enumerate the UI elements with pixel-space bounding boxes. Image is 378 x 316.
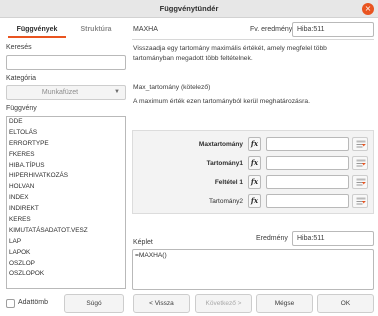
tab-bar: Függvények Struktúra <box>5 24 125 38</box>
shrink-icon <box>356 140 366 148</box>
search-label: Keresés <box>6 44 32 51</box>
argument-panel: Maxtartomány fx Tartomány1 fx Feltétel 1… <box>132 130 374 214</box>
category-value: Munkafüzet <box>41 89 79 96</box>
formula-result-field: Hiba:511 <box>292 231 374 246</box>
list-item[interactable]: ERRORTYPE <box>7 139 125 150</box>
formula-editor[interactable]: =MAXHA() <box>132 249 374 290</box>
list-item[interactable]: DDE <box>7 117 125 128</box>
list-item[interactable]: HIBA.TÍPUS <box>7 161 125 172</box>
back-button[interactable]: < Vissza <box>133 294 190 313</box>
argument-input-2[interactable] <box>266 156 349 170</box>
argument-label-2: Tartomány1 <box>206 160 243 167</box>
function-list-label: Függvény <box>6 105 37 112</box>
array-checkbox-label: Adattömb <box>18 299 48 306</box>
formula-result-label: Eredmény <box>256 235 288 242</box>
function-list[interactable]: DDE ELTOLÁS ERRORTYPE FKERES HIBA.TÍPUS … <box>6 116 126 289</box>
help-button[interactable]: Súgó <box>64 294 124 313</box>
function-wizard-button-2[interactable]: fx <box>248 156 261 170</box>
list-item[interactable]: INDIREKT <box>7 204 125 215</box>
window-title: Függvénytündér <box>159 4 219 13</box>
list-item[interactable]: FKERES <box>7 150 125 161</box>
formula-label: Képlet <box>133 239 153 246</box>
shrink-icon <box>356 197 366 205</box>
function-description: Visszaadja egy tartomány maximális érték… <box>133 45 327 62</box>
list-item[interactable]: HIPERHIVATKOZÁS <box>7 171 125 182</box>
shrink-icon <box>356 178 366 186</box>
argument-input-1[interactable] <box>266 137 349 151</box>
shrink-button-2[interactable] <box>352 156 368 170</box>
list-item[interactable]: LAP <box>7 237 125 248</box>
function-wizard-button-4[interactable]: fx <box>248 194 261 208</box>
shrink-button-3[interactable] <box>352 175 368 189</box>
close-icon: × <box>364 4 372 13</box>
tab-structure[interactable]: Struktúra <box>69 24 123 38</box>
formula-text: =MAXHA() <box>135 252 167 259</box>
search-input[interactable] <box>6 55 126 70</box>
argument-label-4: Tartomány2 <box>209 198 243 205</box>
divider <box>132 39 374 40</box>
title-bar: Függvénytündér × <box>0 0 378 18</box>
list-item[interactable]: OSZLOP <box>7 259 125 270</box>
function-result-field: Hiba:511 <box>292 22 374 37</box>
category-label: Kategória <box>6 75 36 82</box>
ok-button[interactable]: OK <box>317 294 374 313</box>
function-name: MAXHA <box>133 26 158 33</box>
chevron-down-icon: ▼ <box>114 89 120 95</box>
next-button[interactable]: Következő > <box>195 294 252 313</box>
function-result-label: Fv. eredménye <box>250 26 297 33</box>
argument-label-3: Feltétel 1 <box>214 179 243 186</box>
shrink-button-4[interactable] <box>352 194 368 208</box>
tab-functions[interactable]: Függvények <box>8 24 66 38</box>
shrink-button-1[interactable] <box>352 137 368 151</box>
cancel-button[interactable]: Mégse <box>256 294 313 313</box>
argument-input-3[interactable] <box>266 175 349 189</box>
function-wizard-button-1[interactable]: fx <box>248 137 261 151</box>
list-item[interactable]: OSZLOPOK <box>7 269 125 280</box>
function-wizard-button-3[interactable]: fx <box>248 175 261 189</box>
list-item[interactable]: INDEX <box>7 193 125 204</box>
list-item[interactable]: ELTOLÁS <box>7 128 125 139</box>
list-item[interactable]: KIMUTATÁSADATOT.VESZ <box>7 226 125 237</box>
category-select[interactable]: Munkafüzet ▼ <box>6 85 126 100</box>
argument-title: Max_tartomány (kötelező) <box>133 84 211 91</box>
argument-description: A maximum érték ezen tartományból kerül … <box>133 98 310 105</box>
list-item[interactable]: KERES <box>7 215 125 226</box>
argument-label-1: Maxtartomány <box>198 141 243 148</box>
argument-input-4[interactable] <box>266 194 349 208</box>
close-button[interactable]: × <box>362 3 374 15</box>
list-item[interactable]: LAPOK <box>7 248 125 259</box>
array-checkbox[interactable] <box>6 299 15 308</box>
shrink-icon <box>356 159 366 167</box>
list-item[interactable]: HOLVAN <box>7 182 125 193</box>
